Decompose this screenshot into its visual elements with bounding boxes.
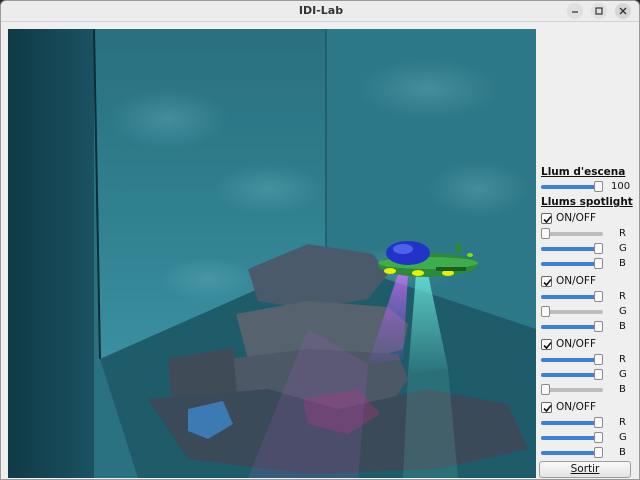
slider-handle[interactable]: [541, 384, 550, 395]
channel-label: R: [619, 228, 626, 239]
channel-label: B: [619, 447, 626, 458]
checkbox[interactable]: [541, 402, 552, 413]
spotlight-toggle-label: ON/OFF: [556, 212, 597, 224]
slider-fill: [541, 185, 596, 189]
slider-fill: [541, 451, 596, 455]
checkmark-icon: [543, 341, 552, 350]
channel-label: G: [619, 306, 627, 317]
slider-handle[interactable]: [594, 354, 603, 365]
channel-label: G: [619, 369, 627, 380]
channel-label: B: [619, 321, 626, 332]
slider-handle[interactable]: [594, 321, 603, 332]
channel-label: R: [619, 417, 626, 428]
aquarium-scene: [8, 29, 536, 478]
spotlight-2-g-slider[interactable]: [541, 306, 603, 318]
checkmark-icon: [543, 404, 552, 413]
slider-groove: [541, 388, 603, 392]
exit-button-label: Sortir: [570, 463, 600, 475]
spotlight-3-g-slider[interactable]: [541, 369, 603, 381]
slider-fill: [541, 325, 596, 329]
slider-handle[interactable]: [594, 291, 603, 302]
slider-handle[interactable]: [594, 181, 603, 192]
spotlight-4-g-slider[interactable]: [541, 432, 603, 444]
scene-light-value: 100: [611, 181, 631, 192]
spotlight-4-b-slider[interactable]: [541, 447, 603, 459]
spotlight-1-b-slider[interactable]: [541, 258, 603, 270]
spotlight-toggle-label: ON/OFF: [556, 275, 597, 287]
checkmark-icon: [543, 278, 552, 287]
close-button[interactable]: [615, 3, 631, 19]
channel-label: B: [619, 384, 626, 395]
checkbox[interactable]: [541, 339, 552, 350]
opengl-viewport[interactable]: [8, 29, 536, 478]
slider-groove: [541, 310, 603, 314]
checkbox[interactable]: [541, 276, 552, 287]
spotlight-3-r-slider[interactable]: [541, 354, 603, 366]
scene-light-title: Llum d'escena: [541, 166, 626, 178]
control-panel: Llum d'escena 100 Llums spotlight ON/OFF…: [537, 166, 637, 479]
spotlight-toggle-label: ON/OFF: [556, 338, 597, 350]
slider-handle[interactable]: [594, 258, 603, 269]
slider-fill: [541, 373, 596, 377]
slider-handle[interactable]: [541, 306, 550, 317]
slider-handle[interactable]: [594, 417, 603, 428]
slider-handle[interactable]: [594, 447, 603, 458]
window-title: IDI-Lab: [298, 4, 344, 17]
slider-fill: [541, 295, 596, 299]
checkmark-icon: [543, 215, 552, 224]
title-bar[interactable]: IDI-Lab: [1, 1, 639, 22]
checkbox[interactable]: [541, 213, 552, 224]
channel-label: B: [619, 258, 626, 269]
spotlight-2-r-slider[interactable]: [541, 291, 603, 303]
slider-handle[interactable]: [541, 228, 550, 239]
spotlight-2-b-slider[interactable]: [541, 321, 603, 333]
slider-fill: [541, 247, 596, 251]
scene-light-slider[interactable]: [541, 181, 603, 193]
maximize-icon: [595, 7, 603, 15]
minimize-button[interactable]: [567, 3, 583, 19]
spotlight-1-r-slider[interactable]: [541, 228, 603, 240]
channel-label: R: [619, 354, 626, 365]
spotlight-3-b-slider[interactable]: [541, 384, 603, 396]
minimize-icon: [572, 11, 578, 13]
app-window: IDI-Lab Llum d'escena 100 Llums spotligh…: [0, 0, 640, 480]
maximize-button[interactable]: [591, 3, 607, 19]
slider-fill: [541, 421, 596, 425]
channel-label: R: [619, 291, 626, 302]
channel-label: G: [619, 432, 627, 443]
close-icon: [619, 7, 627, 15]
spotlight-4-r-slider[interactable]: [541, 417, 603, 429]
slider-handle[interactable]: [594, 432, 603, 443]
spotlights-title: Llums spotlight: [541, 196, 633, 208]
slider-fill: [541, 436, 596, 440]
channel-label: G: [619, 243, 627, 254]
exit-button[interactable]: Sortir: [539, 461, 631, 478]
slider-groove: [541, 232, 603, 236]
spotlight-toggle-label: ON/OFF: [556, 401, 597, 413]
slider-fill: [541, 358, 596, 362]
slider-fill: [541, 262, 596, 266]
slider-handle[interactable]: [594, 369, 603, 380]
spotlight-1-g-slider[interactable]: [541, 243, 603, 255]
slider-handle[interactable]: [594, 243, 603, 254]
